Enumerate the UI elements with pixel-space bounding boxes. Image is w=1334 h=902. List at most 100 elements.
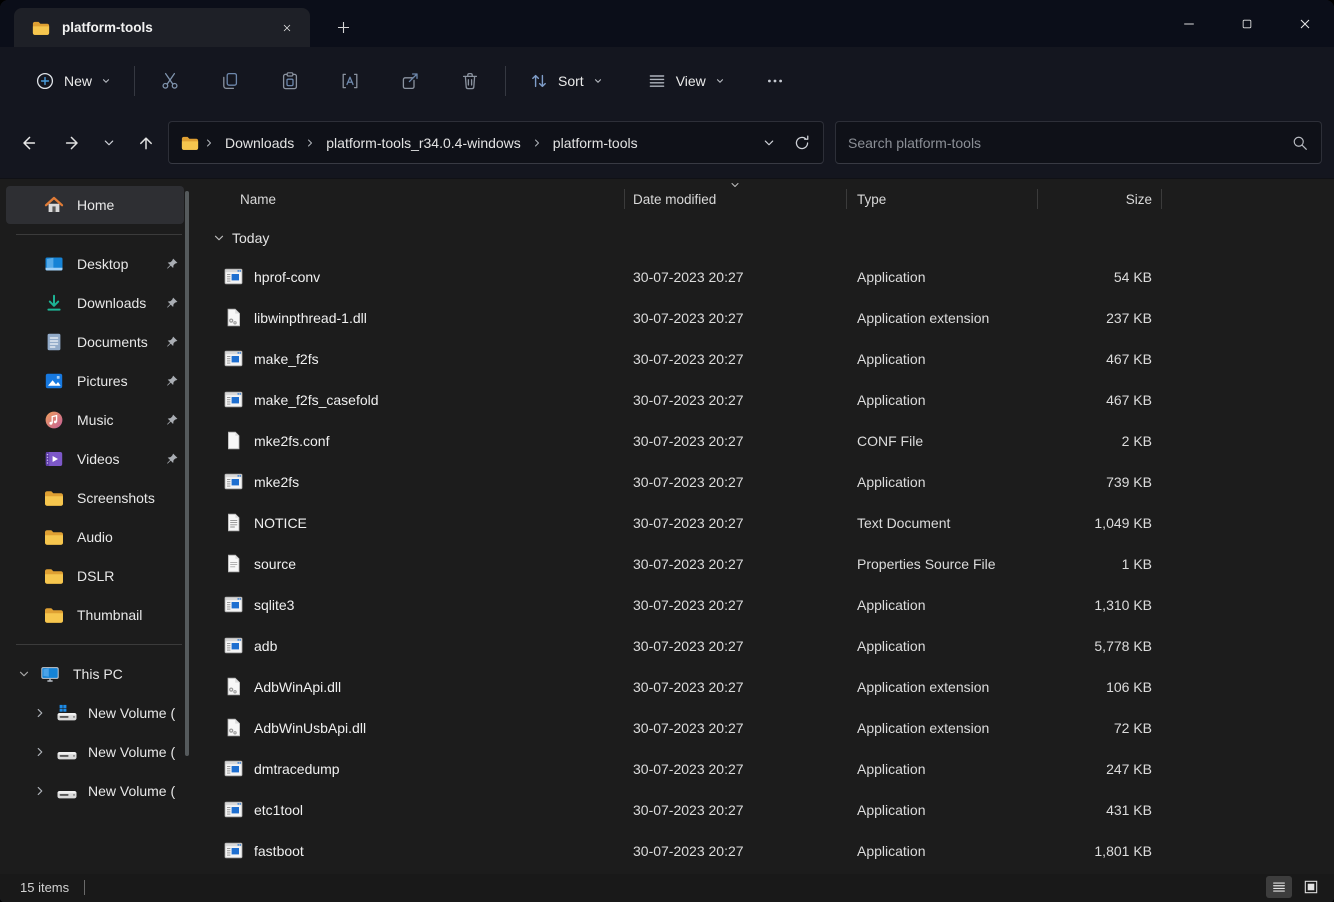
breadcrumb-platform-tools[interactable]: platform-tools bbox=[547, 132, 644, 154]
large-icons-view-button[interactable] bbox=[1298, 876, 1324, 898]
file-row[interactable]: make_f2fs 30-07-2023 20:27 Application 4… bbox=[200, 338, 1334, 379]
cut-button[interactable] bbox=[147, 61, 193, 101]
minimize-icon bbox=[1181, 16, 1197, 32]
file-row[interactable]: AdbWinApi.dll 30-07-2023 20:27 Applicati… bbox=[200, 666, 1334, 707]
file-row[interactable]: libwinpthread-1.dll 30-07-2023 20:27 App… bbox=[200, 297, 1334, 338]
group-header-today[interactable]: Today bbox=[200, 219, 1334, 256]
more-icon bbox=[765, 71, 785, 91]
details-view-button[interactable] bbox=[1266, 876, 1292, 898]
sidebar-item-music[interactable]: Music bbox=[6, 401, 184, 439]
new-tab-button[interactable] bbox=[328, 12, 358, 42]
sidebar-item-drive[interactable]: New Volume ( bbox=[6, 733, 192, 771]
rename-button[interactable] bbox=[327, 61, 373, 101]
file-row[interactable]: mke2fs.conf 30-07-2023 20:27 CONF File 2… bbox=[200, 420, 1334, 461]
sidebar-item-audio[interactable]: Audio bbox=[6, 518, 184, 556]
column-header-type[interactable]: Type bbox=[847, 179, 1038, 219]
dll-icon bbox=[224, 677, 243, 696]
close-button[interactable] bbox=[1276, 0, 1334, 47]
maximize-button[interactable] bbox=[1218, 0, 1276, 47]
search-box[interactable] bbox=[835, 121, 1322, 164]
app-icon bbox=[224, 800, 243, 819]
file-size: 467 KB bbox=[1106, 350, 1152, 367]
back-button[interactable] bbox=[10, 125, 47, 161]
file-row[interactable]: source 30-07-2023 20:27 Properties Sourc… bbox=[200, 543, 1334, 584]
videos-icon bbox=[44, 449, 64, 469]
sidebar-item-pictures[interactable]: Pictures bbox=[6, 362, 184, 400]
chevron-right-icon bbox=[203, 137, 215, 149]
delete-button[interactable] bbox=[447, 61, 493, 101]
file-row[interactable]: AdbWinUsbApi.dll 30-07-2023 20:27 Applic… bbox=[200, 707, 1334, 748]
up-button[interactable] bbox=[127, 125, 164, 161]
file-row[interactable]: sqlite3 30-07-2023 20:27 Application 1,3… bbox=[200, 584, 1334, 625]
sidebar-item-downloads[interactable]: Downloads bbox=[6, 284, 184, 322]
sidebar-item-videos[interactable]: Videos bbox=[6, 440, 184, 478]
sidebar-item-this-pc[interactable]: This PC bbox=[6, 655, 184, 693]
file-row[interactable]: adb 30-07-2023 20:27 Application 5,778 K… bbox=[200, 625, 1334, 666]
file-row[interactable]: hprof-conv 30-07-2023 20:27 Application … bbox=[200, 256, 1334, 297]
column-header-date-modified[interactable]: Date modified bbox=[625, 179, 847, 219]
sidebar-item-home[interactable]: Home bbox=[6, 186, 184, 224]
file-size: 1,049 KB bbox=[1094, 514, 1152, 531]
address-bar[interactable]: Downloads platform-tools_r34.0.4-windows… bbox=[168, 121, 824, 164]
file-row[interactable]: fastboot 30-07-2023 20:27 Application 1,… bbox=[200, 830, 1334, 871]
command-band: New Sort View Downloads platform-tools_r… bbox=[0, 47, 1334, 179]
more-options-button[interactable] bbox=[752, 61, 798, 101]
minimize-button[interactable] bbox=[1160, 0, 1218, 47]
tab-close-button[interactable] bbox=[274, 15, 300, 41]
file-size: 106 KB bbox=[1106, 678, 1152, 695]
sidebar-item-dslr[interactable]: DSLR bbox=[6, 557, 184, 595]
column-header-name[interactable]: Name bbox=[200, 179, 625, 219]
file-list-pane: Name Date modified Type Size Today hprof… bbox=[200, 179, 1334, 874]
explorer-tab[interactable]: platform-tools bbox=[14, 8, 310, 47]
folder-icon bbox=[44, 605, 64, 625]
file-date-modified: 30-07-2023 20:27 bbox=[633, 350, 744, 367]
file-type: Application extension bbox=[857, 719, 990, 736]
chevron-right-icon[interactable] bbox=[32, 745, 48, 759]
documents-icon bbox=[44, 332, 64, 352]
sidebar-item-thumbnail[interactable]: Thumbnail bbox=[6, 596, 184, 634]
file-date-modified: 30-07-2023 20:27 bbox=[633, 760, 744, 777]
chevron-down-icon bbox=[593, 76, 603, 86]
copy-button[interactable] bbox=[207, 61, 253, 101]
status-bar: 15 items bbox=[0, 874, 1334, 902]
sidebar-item-documents[interactable]: Documents bbox=[6, 323, 184, 361]
chevron-right-icon[interactable] bbox=[32, 706, 48, 720]
file-date-modified: 30-07-2023 20:27 bbox=[633, 596, 744, 613]
file-row[interactable]: dmtracedump 30-07-2023 20:27 Application… bbox=[200, 748, 1334, 789]
paste-button[interactable] bbox=[267, 61, 313, 101]
tab-title: platform-tools bbox=[62, 20, 153, 35]
file-row[interactable]: NOTICE 30-07-2023 20:27 Text Document 1,… bbox=[200, 502, 1334, 543]
file-date-modified: 30-07-2023 20:27 bbox=[633, 719, 744, 736]
sort-button[interactable]: Sort bbox=[518, 63, 614, 99]
new-button[interactable]: New bbox=[24, 63, 122, 99]
chevron-right-icon[interactable] bbox=[32, 784, 48, 798]
pictures-icon bbox=[44, 371, 64, 391]
breadcrumb-downloads[interactable]: Downloads bbox=[219, 132, 300, 154]
sidebar-item-desktop[interactable]: Desktop bbox=[6, 245, 184, 283]
recent-locations-button[interactable] bbox=[90, 125, 127, 161]
sidebar-item-drive[interactable]: New Volume ( bbox=[6, 772, 192, 810]
share-button[interactable] bbox=[387, 61, 433, 101]
forward-button[interactable] bbox=[53, 125, 90, 161]
file-name: mke2fs bbox=[254, 473, 300, 490]
chevron-right-icon bbox=[304, 137, 316, 149]
toolbar-divider bbox=[505, 66, 507, 96]
breadcrumb-platform-tools-r34[interactable]: platform-tools_r34.0.4-windows bbox=[320, 132, 527, 154]
view-button[interactable]: View bbox=[636, 63, 736, 99]
sidebar-scrollbar[interactable] bbox=[185, 191, 189, 756]
address-dropdown-icon[interactable] bbox=[761, 135, 777, 151]
search-input[interactable] bbox=[848, 134, 1291, 151]
file-row[interactable]: make_f2fs_casefold 30-07-2023 20:27 Appl… bbox=[200, 379, 1334, 420]
refresh-icon[interactable] bbox=[793, 134, 811, 152]
app-icon bbox=[224, 390, 243, 409]
sidebar-item-screenshots[interactable]: Screenshots bbox=[6, 479, 184, 517]
file-type: Properties Source File bbox=[857, 555, 996, 572]
file-explorer-window: platform-tools New Sort View Downloads p… bbox=[0, 0, 1334, 902]
file-date-modified: 30-07-2023 20:27 bbox=[633, 801, 744, 818]
file-row[interactable]: mke2fs 30-07-2023 20:27 Application 739 … bbox=[200, 461, 1334, 502]
file-row[interactable]: etc1tool 30-07-2023 20:27 Application 43… bbox=[200, 789, 1334, 830]
file-name: fastboot bbox=[254, 842, 304, 859]
chevron-down-icon[interactable] bbox=[16, 667, 32, 681]
sidebar-item-drive[interactable]: New Volume ( bbox=[6, 694, 192, 732]
column-header-size[interactable]: Size bbox=[1038, 179, 1162, 219]
